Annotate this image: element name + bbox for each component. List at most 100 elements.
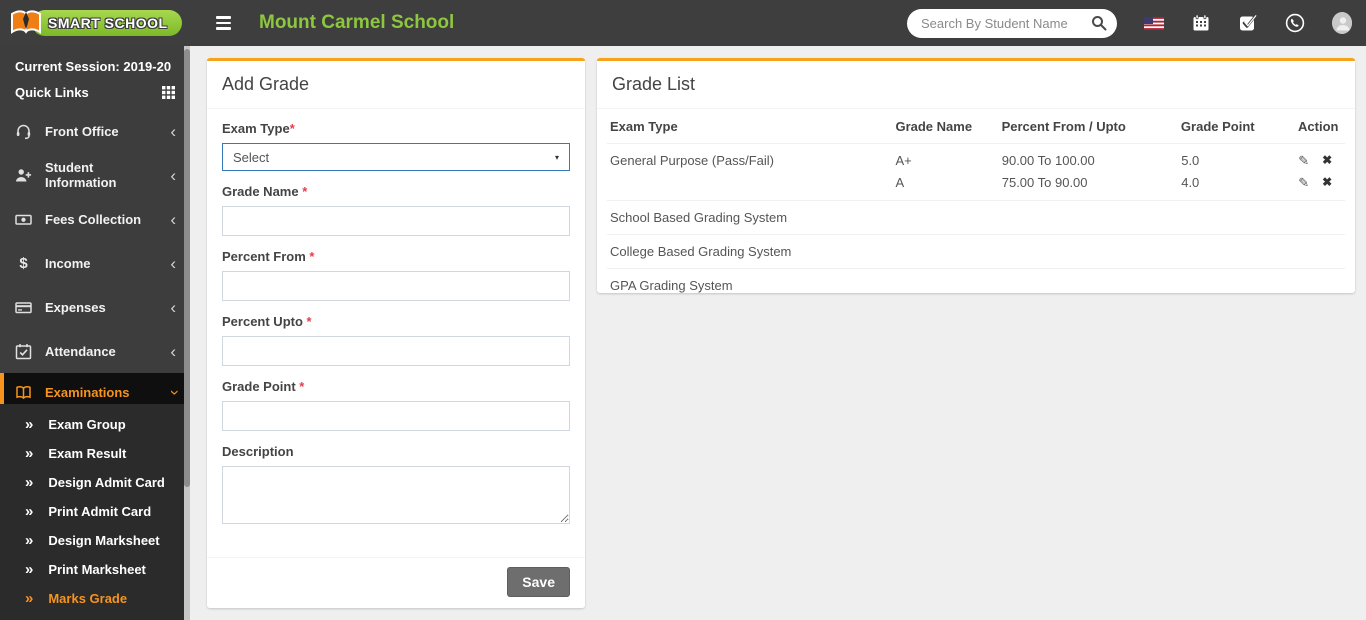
submenu-item-label: Design Marksheet <box>48 533 160 548</box>
grade-list-title: Grade List <box>597 61 1355 109</box>
grid-icon <box>162 86 175 99</box>
sidebar-item-label: Expenses <box>45 299 106 315</box>
sidebar-item-fees-collection[interactable]: Fees Collection ‹ <box>0 197 190 241</box>
grade-list-card: Grade List Exam Type Grade Name Percent … <box>597 58 1355 293</box>
sidebar-item-label: Income <box>45 255 91 271</box>
add-grade-form: Exam Type* Select ▾ Grade Name * Percent… <box>207 109 585 529</box>
current-session-label: Current Session: 2019-20 <box>15 59 172 74</box>
grade-name-cell: A <box>895 175 905 190</box>
percent-from-label: Percent From * <box>222 249 315 264</box>
calendar-check-icon <box>15 343 32 360</box>
submenu-item-print-marksheet[interactable]: » Print Marksheet <box>0 555 190 584</box>
tasks-check-icon[interactable] <box>1238 13 1258 33</box>
caret-down-icon: ▾ <box>554 152 559 162</box>
description-label: Description <box>222 444 294 459</box>
sidebar-item-front-office[interactable]: Front Office ‹ <box>0 109 190 153</box>
sidebar-toggle-button[interactable] <box>212 12 235 34</box>
language-flag-icon[interactable] <box>1144 13 1164 33</box>
exam-type-label: Exam Type* <box>222 121 295 136</box>
student-search <box>907 8 1117 38</box>
save-button[interactable]: Save <box>507 567 570 597</box>
grade-range-cell: 90.00 To 100.00 <box>1001 153 1095 168</box>
add-grade-footer: Save <box>207 557 585 608</box>
submenu-item-marks-grade[interactable]: » Marks Grade <box>0 584 190 613</box>
submenu-item-exam-result[interactable]: » Exam Result <box>0 439 190 468</box>
school-name-title: Mount Carmel School <box>259 12 455 33</box>
sidebar-scrollbar-thumb[interactable] <box>184 49 190 487</box>
grade-point-label: Grade Point * <box>222 379 305 394</box>
chevron-left-icon: ‹ <box>170 121 176 141</box>
logo-text: SMART SCHOOL <box>32 10 182 36</box>
sidebar-item-attendance[interactable]: Attendance ‹ <box>0 329 190 373</box>
double-chevron-icon: » <box>25 590 34 607</box>
table-row: College Based Grading System <box>607 234 1345 268</box>
sidebar-menu: Front Office ‹ Student Information ‹ Fee… <box>0 109 190 411</box>
submenu-item-design-marksheet[interactable]: » Design Marksheet <box>0 526 190 555</box>
grade-point-cell: 4.0 <box>1181 175 1200 190</box>
grade-list-table: Exam Type Grade Name Percent From / Upto… <box>597 109 1355 302</box>
app-logo[interactable]: SMART SCHOOL <box>0 6 190 40</box>
col-action: Action <box>1298 119 1339 134</box>
exam-type-select[interactable]: Select ▾ <box>222 143 570 171</box>
examinations-submenu: » Exam Group » Exam Result » Design Admi… <box>0 404 190 620</box>
dollar-icon: $ <box>19 254 28 272</box>
submenu-item-label: Design Admit Card <box>48 475 165 490</box>
submenu-item-exam-group[interactable]: » Exam Group <box>0 410 190 439</box>
edit-icon[interactable]: ✎ <box>1298 153 1309 169</box>
calendar-icon[interactable] <box>1191 13 1211 33</box>
whatsapp-chat-icon[interactable] <box>1285 13 1305 33</box>
sidebar-item-label: Examinations <box>45 384 130 400</box>
col-percent: Percent From / Upto <box>1001 119 1126 134</box>
chevron-left-icon: ‹ <box>170 297 176 317</box>
submenu-item-label: Marks Grade <box>48 591 128 606</box>
sidebar: Current Session: 2019-20 Quick Links Fro… <box>0 46 190 620</box>
col-grade-name: Grade Name <box>895 119 973 134</box>
submenu-item-label: Print Admit Card <box>48 504 152 519</box>
sidebar-item-income[interactable]: $ Income ‹ <box>0 241 190 285</box>
chevron-left-icon: ‹ <box>170 165 176 185</box>
description-textarea[interactable] <box>222 466 570 524</box>
col-grade-point: Grade Point <box>1180 119 1255 134</box>
credit-card-icon <box>15 299 32 316</box>
delete-icon[interactable]: ✖ <box>1322 153 1332 169</box>
delete-icon[interactable]: ✖ <box>1322 175 1332 191</box>
grade-name-input[interactable] <box>222 206 570 236</box>
edit-icon[interactable]: ✎ <box>1298 175 1309 191</box>
chevron-down-icon: ‹ <box>163 389 183 395</box>
double-chevron-icon: » <box>25 416 34 433</box>
exam-type-cell: GPA Grading System <box>610 278 733 293</box>
search-input[interactable] <box>921 15 1085 31</box>
chevron-left-icon: ‹ <box>170 253 176 273</box>
sidebar-item-student-information[interactable]: Student Information ‹ <box>0 153 190 197</box>
submenu-item-label: Exam Group <box>48 417 126 432</box>
required-marker: * <box>306 314 312 329</box>
table-header-row: Exam Type Grade Name Percent From / Upto… <box>607 109 1345 143</box>
search-icon[interactable] <box>1091 15 1107 31</box>
col-exam-type: Exam Type <box>610 119 678 134</box>
grade-name-label: Grade Name * <box>222 184 308 199</box>
quick-links-button[interactable]: Quick Links <box>0 77 190 109</box>
double-chevron-icon: » <box>25 445 34 462</box>
grade-point-input[interactable] <box>222 401 570 431</box>
sidebar-scrollbar[interactable] <box>184 46 190 620</box>
exam-type-cell: School Based Grading System <box>610 210 788 225</box>
percent-upto-input[interactable] <box>222 336 570 366</box>
headset-icon <box>15 123 32 140</box>
submenu-item-print-admit-card[interactable]: » Print Admit Card <box>0 497 190 526</box>
sidebar-item-label: Student Information <box>45 160 117 190</box>
user-avatar[interactable] <box>1332 12 1352 34</box>
sidebar-item-expenses[interactable]: Expenses ‹ <box>0 285 190 329</box>
exam-type-cell: General Purpose (Pass/Fail) <box>610 153 775 168</box>
open-book-icon <box>15 384 32 401</box>
add-grade-card: Add Grade Exam Type* Select ▾ Grade Name… <box>207 58 585 608</box>
chevron-left-icon: ‹ <box>170 341 176 361</box>
grade-range-cell: 75.00 To 90.00 <box>1001 175 1088 190</box>
percent-upto-label: Percent Upto * <box>222 314 312 329</box>
required-marker: * <box>299 379 305 394</box>
sidebar-item-label: Front Office <box>45 123 119 139</box>
header-actions <box>907 8 1366 38</box>
percent-from-input[interactable] <box>222 271 570 301</box>
banknote-icon <box>15 211 32 228</box>
submenu-item-design-admit-card[interactable]: » Design Admit Card <box>0 468 190 497</box>
logo-book-icon <box>8 6 44 40</box>
